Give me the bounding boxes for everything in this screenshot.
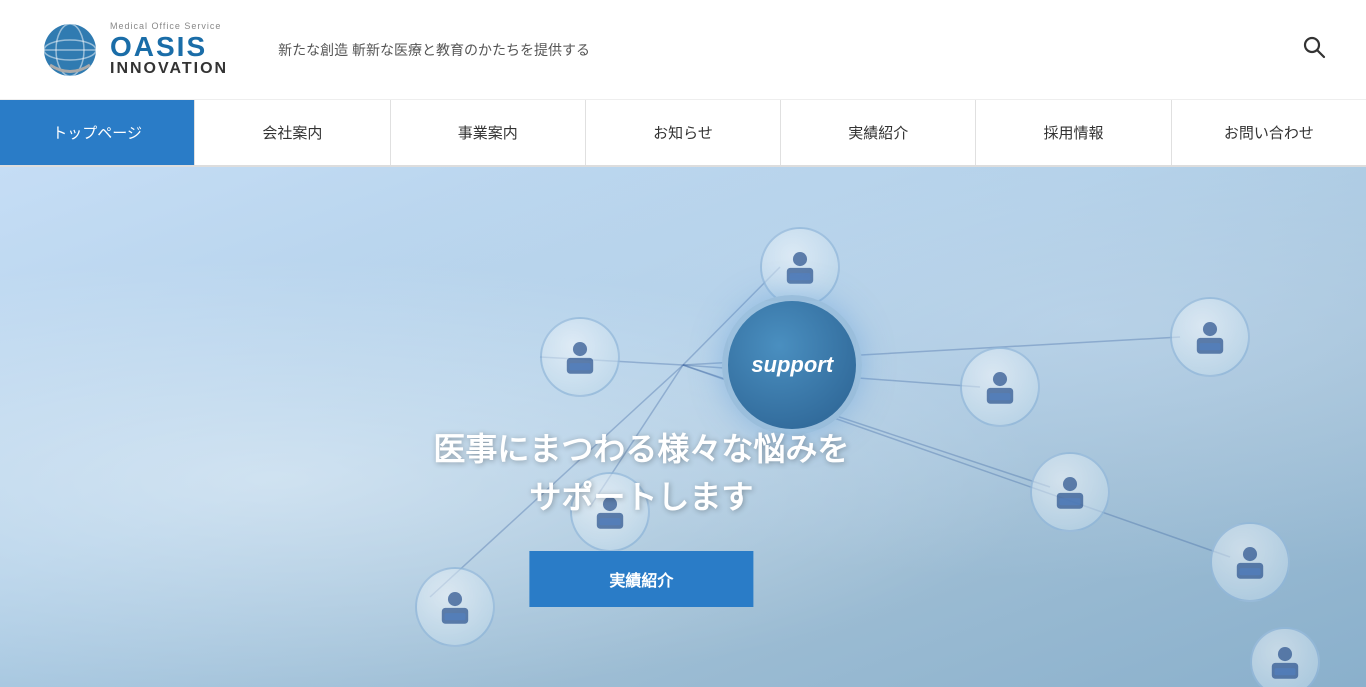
nav-item-business[interactable]: 事業案内 [391,100,586,165]
header-tagline: 新たな創造 斬新な医療と教育のかたちを提供する [258,40,1302,60]
nav-item-news[interactable]: お知らせ [586,100,781,165]
logo-text-block: Medical Office Service OASIS INNOVATION [110,22,228,77]
nav-item-top[interactable]: トップページ [0,100,195,165]
logo-innovation-text: INNOVATION [110,61,228,77]
hero-section: support 医事にまつわる様々な悩みを サポートします 実績紹介 [0,167,1366,687]
support-circle: support [722,295,862,435]
hero-main-text: 医事にまつわる様々な悩みを サポートします [433,425,849,521]
node-far-right-bottom [1210,522,1290,602]
node-far-right-top [1170,297,1250,377]
node-right-top [960,347,1040,427]
header: Medical Office Service OASIS INNOVATION … [0,0,1366,100]
node-top-center [540,317,620,397]
hero-cta-button[interactable]: 実績紹介 [529,551,753,607]
nav-item-contact[interactable]: お問い合わせ [1172,100,1366,165]
hero-content: 医事にまつわる様々な悩みを サポートします 実績紹介 [433,425,849,607]
logo-icon [40,20,100,80]
node-right-center [1030,452,1110,532]
logo-oasis-text: OASIS [110,33,228,61]
nav-item-recruit[interactable]: 採用情報 [976,100,1171,165]
main-nav: トップページ 会社案内 事業案内 お知らせ 実績紹介 採用情報 お問い合わせ [0,100,1366,167]
logo-area: Medical Office Service OASIS INNOVATION [40,20,228,80]
nav-item-results[interactable]: 実績紹介 [781,100,976,165]
nav-item-company[interactable]: 会社案内 [195,100,390,165]
search-icon[interactable] [1302,35,1326,65]
logo-medical-text: Medical Office Service [110,22,228,31]
